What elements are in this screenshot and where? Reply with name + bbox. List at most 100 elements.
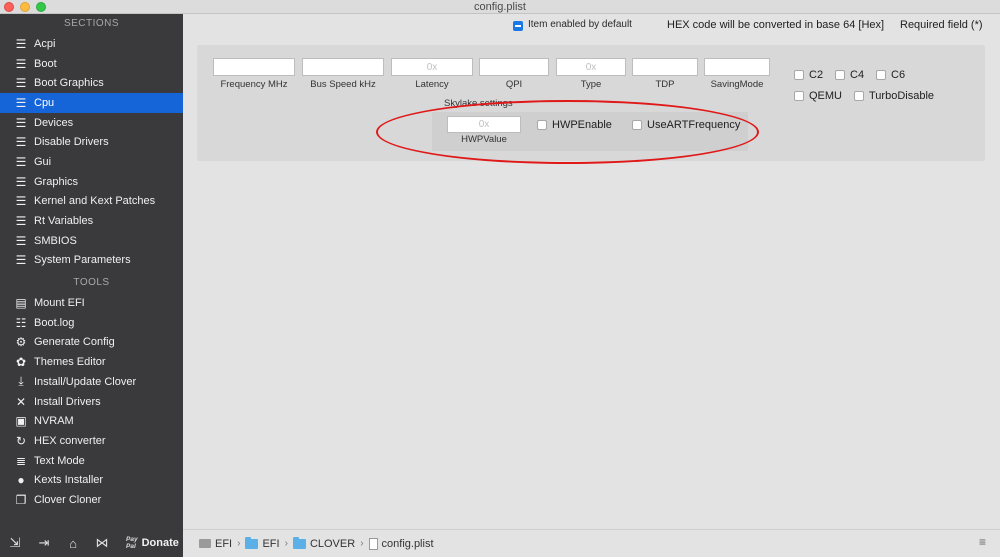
sidebar-item-kernel-kext-patches[interactable]: ☰ Kernel and Kext Patches <box>0 192 183 212</box>
list-icon: ☰ <box>15 135 27 150</box>
path-bar: EFI › EFI › CLOVER › config.plist ≡ <box>183 529 1000 557</box>
crumb-efi-volume[interactable]: EFI <box>199 538 232 550</box>
tool-kexts-installer[interactable]: ● Kexts Installer <box>0 470 183 490</box>
crumb-efi-folder[interactable]: EFI <box>245 536 280 550</box>
qpi-field: QPI <box>479 58 549 90</box>
tdp-input[interactable] <box>632 58 698 76</box>
list-icon: ☰ <box>15 154 27 169</box>
qpi-input[interactable] <box>479 58 549 76</box>
qemu-checkbox[interactable]: QEMU <box>794 90 842 102</box>
tool-text-mode[interactable]: ≣ Text Mode <box>0 451 183 471</box>
sidebar-item-acpi[interactable]: ☰ Acpi <box>0 34 183 54</box>
tdp-label: TDP <box>655 79 675 90</box>
list-icon: ☰ <box>15 194 27 209</box>
tool-generate-config[interactable]: ⚙ Generate Config <box>0 333 183 353</box>
document-icon <box>368 537 378 550</box>
import-icon[interactable]: ⇲ <box>6 535 24 551</box>
tool-mount-efi[interactable]: ▤ Mount EFI <box>0 293 183 313</box>
legend-text: Item enabled by default <box>528 19 632 30</box>
tools-header: TOOLS <box>73 277 110 289</box>
use-art-frequency-checkbox[interactable]: UseARTFrequency <box>632 119 740 131</box>
hex-note: HEX code will be converted in base 64 [H… <box>667 19 885 31</box>
frequency-input[interactable] <box>213 58 295 76</box>
drive-icon <box>199 539 211 548</box>
tool-install-update-clover[interactable]: ⤓ Install/Update Clover <box>0 372 183 392</box>
list-icon: ☰ <box>15 253 27 268</box>
chevron-right-icon: › <box>237 538 241 549</box>
c6-checkbox[interactable]: C6 <box>876 69 905 81</box>
c2-checkbox[interactable]: C2 <box>794 69 823 81</box>
sidebar-item-gui[interactable]: ☰ Gui <box>0 152 183 172</box>
tool-nvram[interactable]: ▣ NVRAM <box>0 411 183 431</box>
menu-icon[interactable]: ≡ <box>979 535 986 549</box>
home-icon[interactable]: ⌂ <box>64 536 82 551</box>
share-icon[interactable]: ⋈ <box>93 535 111 551</box>
sidebar-item-graphics[interactable]: ☰ Graphics <box>0 172 183 192</box>
export-icon[interactable]: ⇥ <box>35 535 53 551</box>
frequency-label: Frequency MHz <box>220 79 288 90</box>
sidebar-item-disable-drivers[interactable]: ☰ Disable Drivers <box>0 132 183 152</box>
hwp-value-input[interactable] <box>447 116 521 133</box>
list-icon: ☰ <box>15 95 27 110</box>
sidebar-item-boot[interactable]: ☰ Boot <box>0 54 183 74</box>
bus-speed-input[interactable] <box>302 58 384 76</box>
enabled-default-indicator <box>513 21 523 31</box>
donate-label: Donate <box>141 537 179 549</box>
chevron-right-icon: › <box>284 538 288 549</box>
skylake-settings-title: Skylake settings <box>444 98 513 109</box>
folder-icon <box>245 536 259 549</box>
cpu-panel: Frequency MHz Bus Speed kHz Latency QPI … <box>197 45 985 161</box>
sidebar-bottom-bar: ⇲ ⇥ ⌂ ⋈ Pay Pal Donate <box>0 529 183 557</box>
list-icon: ☰ <box>15 56 27 71</box>
c4-checkbox[interactable]: C4 <box>835 69 864 81</box>
refresh-icon: ↻ <box>15 433 27 448</box>
sidebar: SECTIONS ☰ Acpi ☰ Boot ☰ Boot Graphics ☰ Cpu… <box>0 14 183 557</box>
crumb-clover-folder[interactable]: CLOVER <box>292 536 355 550</box>
hwp-value-field: HWPValue <box>447 116 521 145</box>
frequency-field: Frequency MHz <box>213 58 295 90</box>
type-label: Type <box>580 79 602 90</box>
hwp-value-label: HWPValue <box>461 134 507 145</box>
list-icon: ☰ <box>15 174 27 189</box>
hwp-enable-checkbox[interactable]: HWPEnable <box>537 119 612 131</box>
latency-label: Latency <box>415 79 449 90</box>
latency-input[interactable] <box>391 58 473 76</box>
saving-mode-field: SavingMode <box>704 58 770 90</box>
main-area: Item enabled by default HEX code will be… <box>183 14 1000 557</box>
list-icon: ☰ <box>15 115 27 130</box>
tool-boot-log[interactable]: ☷ Boot.log <box>0 313 183 333</box>
sidebar-item-devices[interactable]: ☰ Devices <box>0 113 183 133</box>
chevron-right-icon: › <box>360 538 364 549</box>
tool-clover-cloner[interactable]: ❐ Clover Cloner <box>0 490 183 510</box>
sections-header: SECTIONS <box>63 18 120 29</box>
gears-icon: ⚙ <box>15 335 27 350</box>
bus-speed-label: Bus Speed kHz <box>310 79 376 90</box>
tools-icon: ✕ <box>15 394 27 409</box>
required-note: Required field (*) <box>900 19 983 31</box>
sidebar-item-smbios[interactable]: ☰ SMBIOS <box>0 231 183 251</box>
tdp-field: TDP <box>632 58 698 90</box>
sidebar-item-rt-variables[interactable]: ☰ Rt Variables <box>0 211 183 231</box>
tool-hex-converter[interactable]: ↻ HEX converter <box>0 431 183 451</box>
sidebar-item-cpu[interactable]: ☰ Cpu <box>0 93 183 113</box>
sidebar-item-boot-graphics[interactable]: ☰ Boot Graphics <box>0 73 183 93</box>
paypal-logo: Pay Pal <box>126 536 138 550</box>
tool-themes-editor[interactable]: ✿ Themes Editor <box>0 352 183 372</box>
crumb-config-file[interactable]: config.plist <box>368 537 434 550</box>
palette-icon: ✿ <box>15 355 27 370</box>
saving-mode-input[interactable] <box>704 58 770 76</box>
window-title: config.plist <box>474 1 526 13</box>
turbo-disable-checkbox[interactable]: TurboDisable <box>854 90 934 102</box>
list-icon: ☰ <box>15 214 27 229</box>
list-icon: ☰ <box>15 36 27 51</box>
donate-button[interactable]: Pay Pal Donate <box>126 536 179 550</box>
qpi-label: QPI <box>505 79 523 90</box>
title-bar: config.plist <box>0 0 1000 14</box>
tool-install-drivers[interactable]: ✕ Install Drivers <box>0 392 183 412</box>
bus-speed-field: Bus Speed kHz <box>302 58 384 90</box>
type-input[interactable] <box>556 58 626 76</box>
drive-icon: ▤ <box>15 296 27 311</box>
list-icon: ☰ <box>15 233 27 248</box>
sidebar-item-system-parameters[interactable]: ☰ System Parameters <box>0 251 183 271</box>
skylake-settings-group: HWPValue HWPEnable UseARTFrequency <box>432 112 748 151</box>
